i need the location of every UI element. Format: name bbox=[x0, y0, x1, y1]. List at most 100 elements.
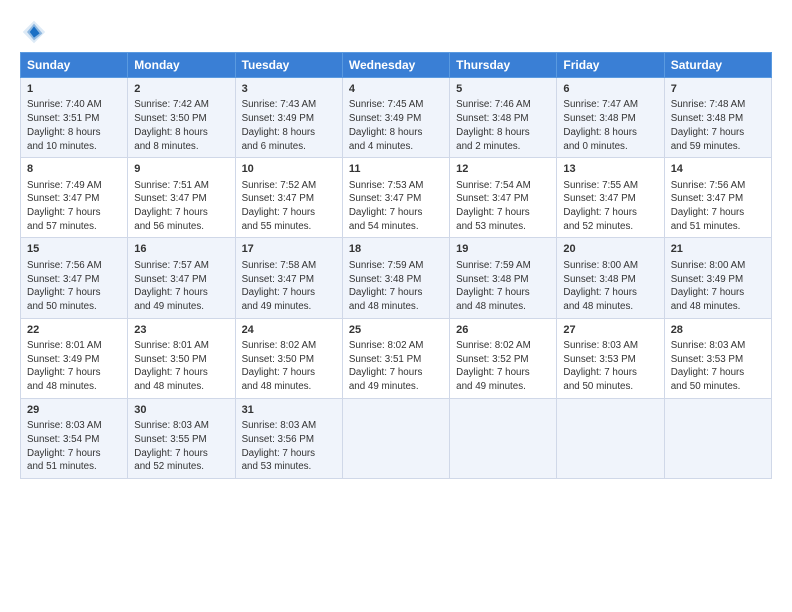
calendar-cell: 17 Sunrise: 7:58 AMSunset: 3:47 PMDayligh… bbox=[235, 238, 342, 318]
day-number: 25 bbox=[349, 323, 443, 338]
day-detail: Daylight: 7 hours bbox=[242, 206, 336, 220]
day-detail: Sunset: 3:47 PM bbox=[349, 192, 443, 206]
day-detail: and 52 minutes. bbox=[563, 220, 657, 234]
day-detail: Sunset: 3:49 PM bbox=[349, 112, 443, 126]
day-detail: Sunset: 3:49 PM bbox=[671, 273, 765, 287]
day-number: 17 bbox=[242, 242, 336, 257]
header bbox=[20, 18, 772, 46]
day-detail: and 2 minutes. bbox=[456, 140, 550, 154]
week-row-1: 1Sunrise: 7:40 AMSunset: 3:51 PMDaylight… bbox=[21, 78, 772, 158]
calendar-cell: 13Sunrise: 7:55 AMSunset: 3:47 PMDayligh… bbox=[557, 158, 664, 238]
day-detail: Sunset: 3:48 PM bbox=[563, 112, 657, 126]
calendar-cell: 2Sunrise: 7:42 AMSunset: 3:50 PMDaylight… bbox=[128, 78, 235, 158]
day-detail: and 49 minutes. bbox=[242, 300, 336, 314]
day-detail: Sunset: 3:55 PM bbox=[134, 433, 228, 447]
day-detail: and 59 minutes. bbox=[671, 140, 765, 154]
week-row-5: 29Sunrise: 8:03 AMSunset: 3:54 PMDayligh… bbox=[21, 398, 772, 478]
day-number: 4 bbox=[349, 82, 443, 97]
calendar-header: Sunday Monday Tuesday Wednesday Thursday… bbox=[21, 53, 772, 78]
day-number: 22 bbox=[27, 323, 121, 338]
day-detail: Sunset: 3:49 PM bbox=[27, 353, 121, 367]
day-detail: and 50 minutes. bbox=[671, 380, 765, 394]
day-detail: and 48 minutes. bbox=[456, 300, 550, 314]
day-number: 31 bbox=[242, 403, 336, 418]
calendar-body: 1Sunrise: 7:40 AMSunset: 3:51 PMDaylight… bbox=[21, 78, 772, 479]
day-detail: Sunrise: 7:53 AM bbox=[349, 179, 443, 193]
day-detail: and 49 minutes. bbox=[349, 380, 443, 394]
day-detail: Sunset: 3:56 PM bbox=[242, 433, 336, 447]
day-detail: Sunset: 3:47 PM bbox=[563, 192, 657, 206]
day-detail: and 54 minutes. bbox=[349, 220, 443, 234]
calendar-cell: 4Sunrise: 7:45 AMSunset: 3:49 PMDaylight… bbox=[342, 78, 449, 158]
calendar-cell: 31Sunrise: 8:03 AMSunset: 3:56 PMDayligh… bbox=[235, 398, 342, 478]
day-detail: Sunrise: 8:03 AM bbox=[671, 339, 765, 353]
day-detail: Daylight: 7 hours bbox=[242, 286, 336, 300]
calendar-cell: 20Sunrise: 8:00 AMSunset: 3:48 PMDayligh… bbox=[557, 238, 664, 318]
day-detail: Daylight: 7 hours bbox=[671, 206, 765, 220]
day-detail: Daylight: 7 hours bbox=[242, 366, 336, 380]
day-detail: Sunrise: 7:58 AM bbox=[242, 259, 336, 273]
day-detail: Sunrise: 7:40 AM bbox=[27, 98, 121, 112]
day-detail: Sunrise: 8:03 AM bbox=[242, 419, 336, 433]
day-detail: Daylight: 7 hours bbox=[242, 447, 336, 461]
day-detail: Daylight: 8 hours bbox=[563, 126, 657, 140]
day-detail: Sunrise: 7:56 AM bbox=[671, 179, 765, 193]
day-number: 6 bbox=[563, 82, 657, 97]
day-detail: Sunrise: 7:52 AM bbox=[242, 179, 336, 193]
day-detail: Daylight: 7 hours bbox=[563, 366, 657, 380]
day-detail: Sunrise: 7:51 AM bbox=[134, 179, 228, 193]
day-number: 9 bbox=[134, 162, 228, 177]
day-detail: Daylight: 8 hours bbox=[134, 126, 228, 140]
day-detail: and 49 minutes. bbox=[456, 380, 550, 394]
col-thursday: Thursday bbox=[450, 53, 557, 78]
day-detail: Sunrise: 8:00 AM bbox=[563, 259, 657, 273]
day-detail: Sunset: 3:53 PM bbox=[563, 353, 657, 367]
day-detail: Sunrise: 7:42 AM bbox=[134, 98, 228, 112]
day-detail: and 8 minutes. bbox=[134, 140, 228, 154]
day-detail: Daylight: 7 hours bbox=[134, 366, 228, 380]
day-detail: Daylight: 7 hours bbox=[671, 366, 765, 380]
week-row-4: 22 Sunrise: 8:01 AM Sunset: 3:49 PM Dayligh… bbox=[21, 318, 772, 398]
day-detail: Sunrise: 7:49 AM bbox=[27, 179, 121, 193]
day-detail: and 52 minutes. bbox=[134, 460, 228, 474]
day-detail: Sunrise: 8:01 AM bbox=[134, 339, 228, 353]
calendar-cell: 3Sunrise: 7:43 AMSunset: 3:49 PMDaylight… bbox=[235, 78, 342, 158]
day-number: 13 bbox=[563, 162, 657, 177]
day-detail: Daylight: 7 hours bbox=[349, 366, 443, 380]
day-detail: Sunrise: 7:59 AM bbox=[349, 259, 443, 273]
calendar-cell: 1Sunrise: 7:40 AMSunset: 3:51 PMDaylight… bbox=[21, 78, 128, 158]
day-number: 21 bbox=[671, 242, 765, 257]
day-detail: Daylight: 8 hours bbox=[242, 126, 336, 140]
calendar-cell: 9Sunrise: 7:51 AMSunset: 3:47 PMDaylight… bbox=[128, 158, 235, 238]
day-detail: Sunset: 3:47 PM bbox=[134, 192, 228, 206]
calendar-cell: 26Sunrise: 8:02 AMSunset: 3:52 PMDayligh… bbox=[450, 318, 557, 398]
day-detail: Sunrise: 7:46 AM bbox=[456, 98, 550, 112]
day-detail: Daylight: 7 hours bbox=[456, 206, 550, 220]
day-detail: Daylight: 7 hours bbox=[134, 286, 228, 300]
header-row: Sunday Monday Tuesday Wednesday Thursday… bbox=[21, 53, 772, 78]
day-number: 15 bbox=[27, 242, 121, 257]
day-detail: and 10 minutes. bbox=[27, 140, 121, 154]
day-detail: and 57 minutes. bbox=[27, 220, 121, 234]
day-number: 27 bbox=[563, 323, 657, 338]
day-detail: and 50 minutes. bbox=[563, 380, 657, 394]
day-number: 28 bbox=[671, 323, 765, 338]
day-detail: Sunrise: 7:57 AM bbox=[134, 259, 228, 273]
day-detail: Daylight: 8 hours bbox=[349, 126, 443, 140]
day-detail: Sunrise: 8:00 AM bbox=[671, 259, 765, 273]
day-detail: Daylight: 7 hours bbox=[456, 366, 550, 380]
day-detail: Sunset: 3:50 PM bbox=[242, 353, 336, 367]
day-number: 19 bbox=[456, 242, 550, 257]
day-detail: Daylight: 7 hours bbox=[27, 286, 121, 300]
day-detail: Daylight: 7 hours bbox=[27, 206, 121, 220]
day-detail: Sunrise: 7:47 AM bbox=[563, 98, 657, 112]
day-number: 16 bbox=[134, 242, 228, 257]
day-detail: Daylight: 7 hours bbox=[671, 126, 765, 140]
day-number: 23 bbox=[134, 323, 228, 338]
day-detail: Sunset: 3:47 PM bbox=[242, 273, 336, 287]
day-number: 3 bbox=[242, 82, 336, 97]
day-detail: Sunset: 3:48 PM bbox=[349, 273, 443, 287]
calendar-cell: 25Sunrise: 8:02 AMSunset: 3:51 PMDayligh… bbox=[342, 318, 449, 398]
calendar-cell: 21Sunrise: 8:00 AMSunset: 3:49 PMDayligh… bbox=[664, 238, 771, 318]
day-detail: and 51 minutes. bbox=[671, 220, 765, 234]
